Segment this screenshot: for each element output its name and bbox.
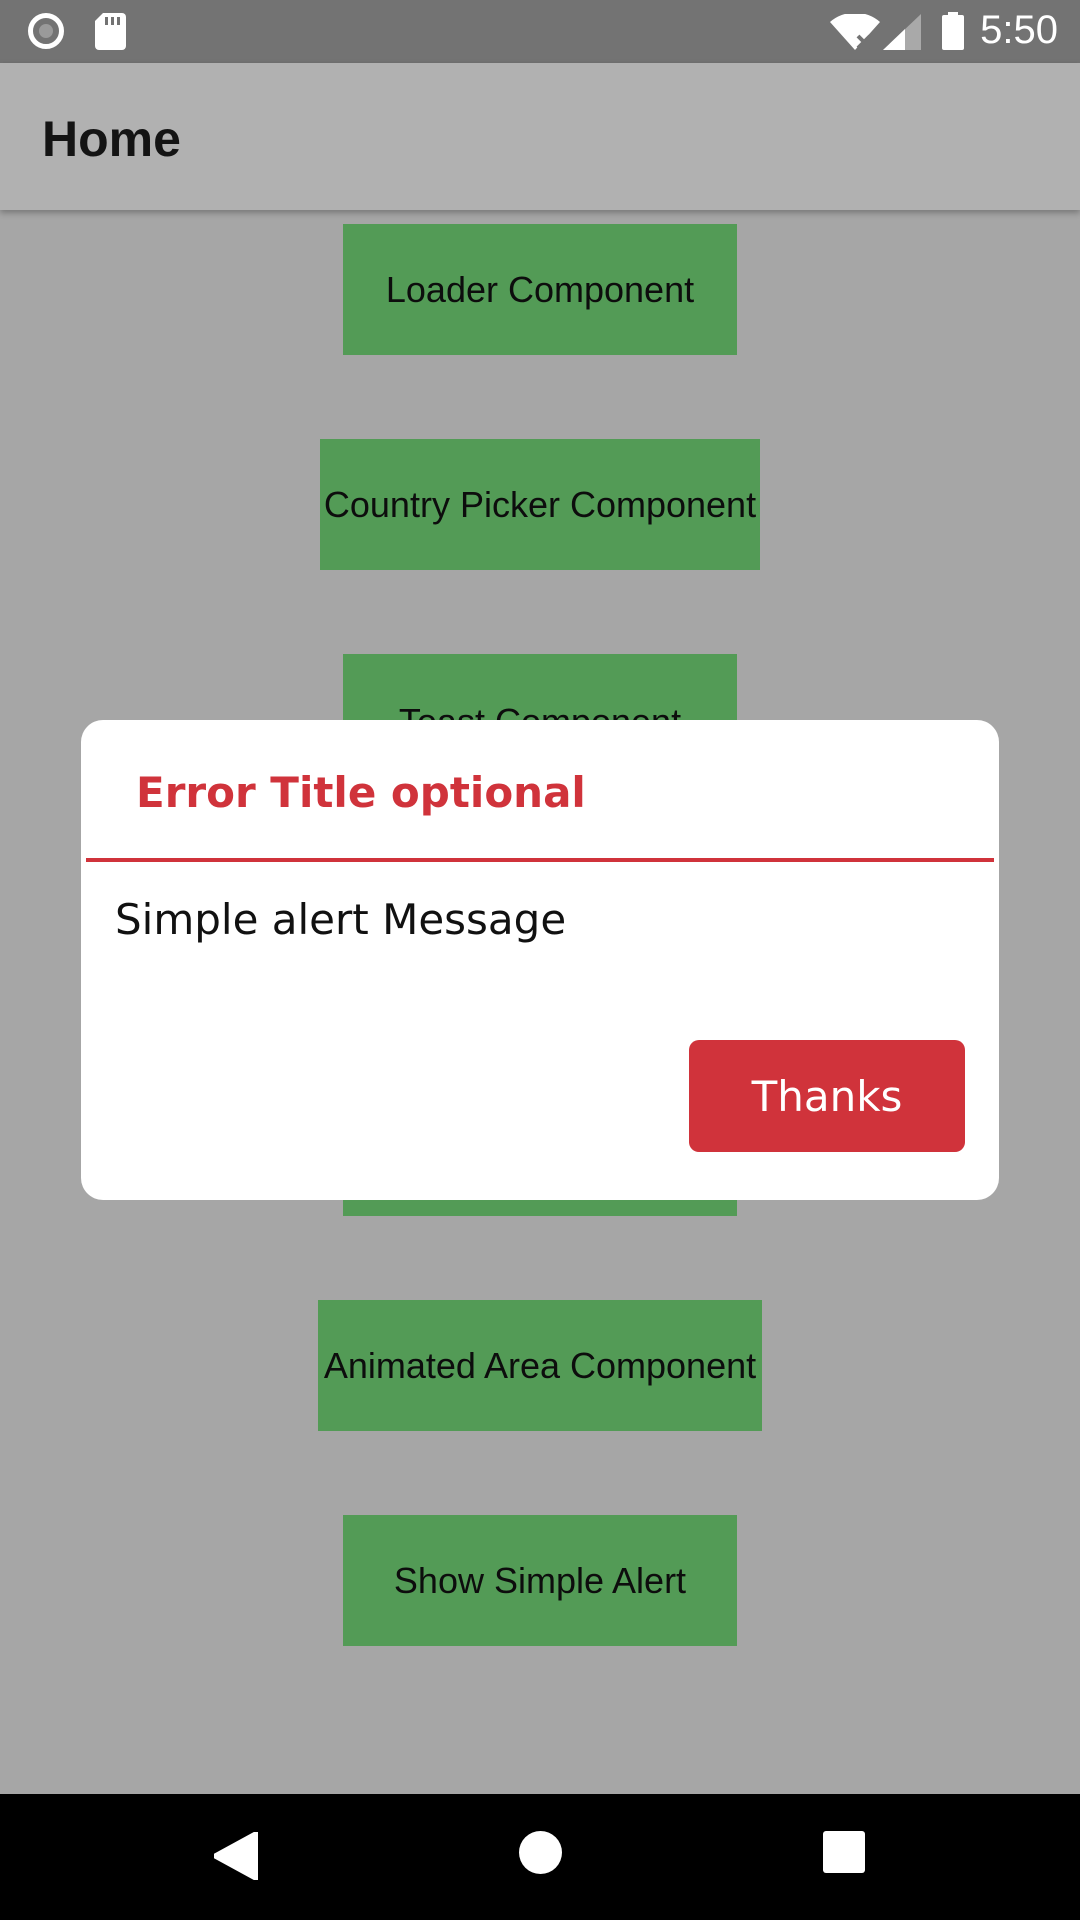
back-icon[interactable] xyxy=(214,1832,258,1880)
status-bar: 5:50 xyxy=(0,0,1080,63)
dialog-message: Simple alert Message xyxy=(115,895,567,944)
dialog-title: Error Title optional xyxy=(136,768,586,817)
recents-icon[interactable] xyxy=(823,1831,865,1873)
screen: 5:50 Home Loader Component Country Picke… xyxy=(0,0,1080,1920)
status-time: 5:50 xyxy=(980,8,1058,52)
signal-icon xyxy=(883,14,921,50)
animated-area-component-button[interactable]: Animated Area Component xyxy=(318,1300,762,1431)
app-bar: Home xyxy=(0,63,1080,210)
navigation-bar xyxy=(0,1794,1080,1920)
thanks-button[interactable]: Thanks xyxy=(689,1040,965,1152)
record-icon xyxy=(28,13,64,49)
page-title: Home xyxy=(42,111,181,167)
alert-dialog: Error Title optional Simple alert Messag… xyxy=(81,720,999,1200)
wifi-off-icon xyxy=(830,14,880,50)
loader-component-button[interactable]: Loader Component xyxy=(343,224,737,355)
sd-card-icon xyxy=(95,13,126,50)
show-simple-alert-button[interactable]: Show Simple Alert xyxy=(343,1515,737,1646)
dialog-divider xyxy=(86,858,994,862)
country-picker-component-button[interactable]: Country Picker Component xyxy=(320,439,760,570)
home-icon[interactable] xyxy=(519,1831,562,1874)
battery-icon xyxy=(942,12,964,50)
